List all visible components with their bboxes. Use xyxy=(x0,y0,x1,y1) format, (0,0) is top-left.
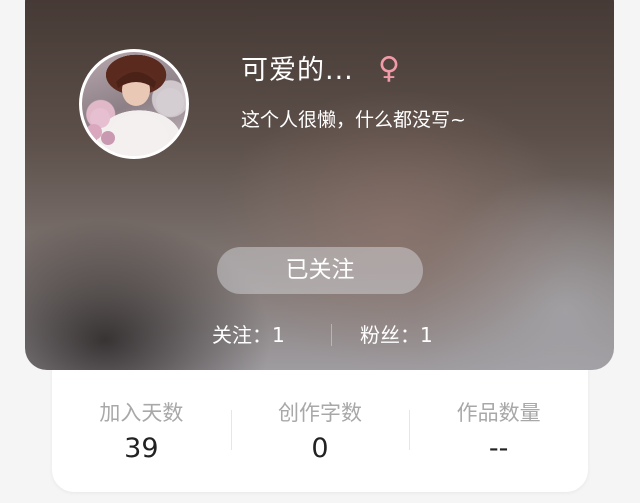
follow-stats: 关注：1 粉丝：1 xyxy=(0,322,640,348)
user-signature: 这个人很懒，什么都没写~ xyxy=(241,109,466,131)
follow-button[interactable]: 已关注 xyxy=(217,247,423,294)
avatar[interactable] xyxy=(79,49,189,159)
stat-label: 创作字数 xyxy=(278,401,362,425)
profile-page: 加入天数 39 创作字数 0 作品数量 -- 可爱的... ♀ 这个人很懒，什么… xyxy=(0,0,640,503)
stat-word-count: 创作字数 0 xyxy=(230,392,410,472)
stat-value: 0 xyxy=(311,433,329,464)
stat-label: 加入天数 xyxy=(99,401,184,425)
stat-works-count: 作品数量 -- xyxy=(409,392,588,472)
stat-value: 39 xyxy=(124,433,159,464)
female-icon: ♀ xyxy=(378,51,400,86)
avatar-image xyxy=(86,69,184,156)
stats-row: 加入天数 39 创作字数 0 作品数量 -- xyxy=(52,392,588,472)
followers-count[interactable]: 粉丝：1 xyxy=(360,322,433,348)
follow-stats-divider xyxy=(331,324,332,346)
stat-join-days: 加入天数 39 xyxy=(52,392,231,472)
user-name: 可爱的... xyxy=(241,55,354,86)
stat-label: 作品数量 xyxy=(456,401,541,425)
stat-value: -- xyxy=(488,433,509,464)
following-count[interactable]: 关注：1 xyxy=(212,322,285,348)
